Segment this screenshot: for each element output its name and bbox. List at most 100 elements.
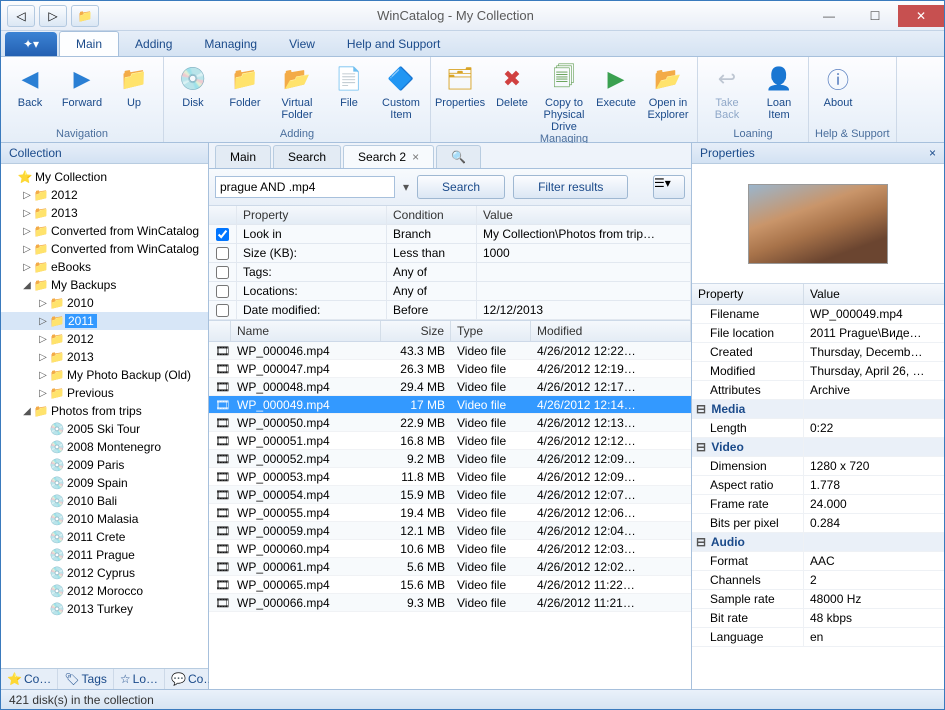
- properties-close-icon[interactable]: ×: [929, 146, 936, 160]
- tree-node[interactable]: 💿2010 Bali: [1, 492, 208, 510]
- tree-node[interactable]: 💿2009 Paris: [1, 456, 208, 474]
- filter-checkbox[interactable]: [216, 285, 229, 298]
- qa-folder-icon[interactable]: 📁: [71, 5, 99, 27]
- file-row[interactable]: 🎞WP_000066.mp49.3 MBVideo file4/26/2012 …: [209, 594, 691, 612]
- vfolder-button[interactable]: 📂VirtualFolder: [274, 59, 320, 128]
- tree-node[interactable]: ⭐My Collection: [1, 168, 208, 186]
- file-row[interactable]: 🎞WP_000052.mp49.2 MBVideo file4/26/2012 …: [209, 450, 691, 468]
- file-row[interactable]: 🎞WP_000060.mp410.6 MBVideo file4/26/2012…: [209, 540, 691, 558]
- folder-button[interactable]: 📁Folder: [222, 59, 268, 128]
- tree-twisty-icon[interactable]: ▷: [37, 370, 49, 381]
- tree-node[interactable]: ▷📁eBooks: [1, 258, 208, 276]
- tree-node[interactable]: ▷📁2013: [1, 348, 208, 366]
- category-collapse-icon[interactable]: ⊟: [696, 402, 708, 416]
- disk-button[interactable]: 💿Disk: [170, 59, 216, 128]
- tree-twisty-icon[interactable]: ◢: [21, 280, 33, 291]
- file-button[interactable]: 📄File: [326, 59, 372, 128]
- qa-back-icon[interactable]: ◁: [7, 5, 35, 27]
- maximize-button[interactable]: ☐: [852, 5, 898, 27]
- tree-node[interactable]: ▷📁2011: [1, 312, 208, 330]
- prop-row[interactable]: AttributesArchive: [692, 381, 944, 400]
- prop-row[interactable]: Bits per pixel0.284: [692, 514, 944, 533]
- prop-row[interactable]: Channels2: [692, 571, 944, 590]
- qa-fwd-icon[interactable]: ▷: [39, 5, 67, 27]
- file-row[interactable]: 🎞WP_000061.mp45.6 MBVideo file4/26/2012 …: [209, 558, 691, 576]
- tree-twisty-icon[interactable]: ▷: [37, 388, 49, 399]
- about-button[interactable]: ⓘAbout: [815, 59, 861, 128]
- col-header[interactable]: [209, 321, 231, 341]
- custom-button[interactable]: 🔷CustomItem: [378, 59, 424, 128]
- filter-row[interactable]: Tags:Any of: [209, 263, 691, 282]
- view-mode-button[interactable]: ☰▾: [653, 175, 685, 199]
- file-row[interactable]: 🎞WP_000053.mp411.8 MBVideo file4/26/2012…: [209, 468, 691, 486]
- file-menu[interactable]: ✦▾: [5, 32, 57, 56]
- tree-node[interactable]: 💿2011 Prague: [1, 546, 208, 564]
- delete-button[interactable]: ✖Delete: [489, 59, 535, 133]
- prop-row[interactable]: FilenameWP_000049.mp4: [692, 305, 944, 324]
- minimize-button[interactable]: —: [806, 5, 852, 27]
- tree-twisty-icon[interactable]: ▷: [21, 226, 33, 237]
- col-header[interactable]: Modified: [531, 321, 691, 341]
- filter-row[interactable]: Look inBranchMy Collection\Photos from t…: [209, 225, 691, 244]
- filter-row[interactable]: Locations:Any of: [209, 282, 691, 301]
- prop-row[interactable]: Frame rate24.000: [692, 495, 944, 514]
- forward-button[interactable]: ▶Forward: [59, 59, 105, 128]
- tree-twisty-icon[interactable]: ▷: [21, 244, 33, 255]
- tree-twisty-icon[interactable]: ◢: [21, 406, 33, 417]
- center-tab[interactable]: Main: [215, 145, 271, 168]
- tree-node[interactable]: ▷📁2012: [1, 186, 208, 204]
- file-row[interactable]: 🎞WP_000046.mp443.3 MBVideo file4/26/2012…: [209, 342, 691, 360]
- prop-category[interactable]: ⊟ Video: [692, 438, 944, 457]
- tree-twisty-icon[interactable]: ▷: [37, 298, 49, 309]
- filter-checkbox[interactable]: [216, 266, 229, 279]
- tree-node[interactable]: 💿2013 Turkey: [1, 600, 208, 618]
- file-row[interactable]: 🎞WP_000050.mp422.9 MBVideo file4/26/2012…: [209, 414, 691, 432]
- back-button[interactable]: ◀Back: [7, 59, 53, 128]
- col-header[interactable]: Type: [451, 321, 531, 341]
- tree-node[interactable]: ▷📁Converted from WinCatalog: [1, 222, 208, 240]
- exec-button[interactable]: ▶Execute: [593, 59, 639, 133]
- collection-tab[interactable]: ⭐Co…: [1, 669, 58, 689]
- up-button[interactable]: 📁Up: [111, 59, 157, 128]
- copy-button[interactable]: 🗐Copy toPhysical Drive: [541, 59, 587, 133]
- tree-node[interactable]: ▷📁2013: [1, 204, 208, 222]
- file-row[interactable]: 🎞WP_000049.mp417 MBVideo file4/26/2012 1…: [209, 396, 691, 414]
- tree-node[interactable]: ▷📁2010: [1, 294, 208, 312]
- collection-tree[interactable]: ⭐My Collection▷📁2012▷📁2013▷📁Converted fr…: [1, 164, 208, 668]
- filter-button[interactable]: Filter results: [513, 175, 628, 199]
- tab-close-icon[interactable]: ×: [412, 150, 419, 164]
- file-row[interactable]: 🎞WP_000059.mp412.1 MBVideo file4/26/2012…: [209, 522, 691, 540]
- open-button[interactable]: 📂Open inExplorer: [645, 59, 691, 133]
- tree-twisty-icon[interactable]: ▷: [37, 316, 49, 327]
- menu-tab-adding[interactable]: Adding: [119, 32, 188, 56]
- filter-row[interactable]: Size (KB):Less than1000: [209, 244, 691, 263]
- tree-node[interactable]: ▷📁Previous: [1, 384, 208, 402]
- file-row[interactable]: 🎞WP_000054.mp415.9 MBVideo file4/26/2012…: [209, 486, 691, 504]
- prop-row[interactable]: Bit rate48 kbps: [692, 609, 944, 628]
- filter-row[interactable]: Date modified:Before12/12/2013: [209, 301, 691, 320]
- filter-checkbox[interactable]: [216, 304, 229, 317]
- prop-row[interactable]: Length0:22: [692, 419, 944, 438]
- center-tab[interactable]: Search 2×: [343, 145, 434, 168]
- tree-node[interactable]: ▷📁2012: [1, 330, 208, 348]
- prop-category[interactable]: ⊟ Media: [692, 400, 944, 419]
- col-header[interactable]: Size: [381, 321, 451, 341]
- center-tab[interactable]: 🔍: [436, 145, 481, 168]
- tree-node[interactable]: ▷📁My Photo Backup (Old): [1, 366, 208, 384]
- filter-checkbox[interactable]: [216, 228, 229, 241]
- tree-node[interactable]: 💿2008 Montenegro: [1, 438, 208, 456]
- tree-node[interactable]: ◢📁My Backups: [1, 276, 208, 294]
- prop-row[interactable]: CreatedThursday, Decemb…: [692, 343, 944, 362]
- center-tab[interactable]: Search: [273, 145, 341, 168]
- tree-twisty-icon[interactable]: ▷: [21, 190, 33, 201]
- col-header[interactable]: Name: [231, 321, 381, 341]
- category-collapse-icon[interactable]: ⊟: [696, 535, 708, 549]
- tree-node[interactable]: 💿2011 Crete: [1, 528, 208, 546]
- close-button[interactable]: ✕: [898, 5, 944, 27]
- filter-checkbox[interactable]: [216, 247, 229, 260]
- menu-tab-main[interactable]: Main: [59, 31, 119, 56]
- tree-node[interactable]: 💿2010 Malasia: [1, 510, 208, 528]
- file-row[interactable]: 🎞WP_000065.mp415.6 MBVideo file4/26/2012…: [209, 576, 691, 594]
- file-row[interactable]: 🎞WP_000051.mp416.8 MBVideo file4/26/2012…: [209, 432, 691, 450]
- search-button[interactable]: Search: [417, 175, 505, 199]
